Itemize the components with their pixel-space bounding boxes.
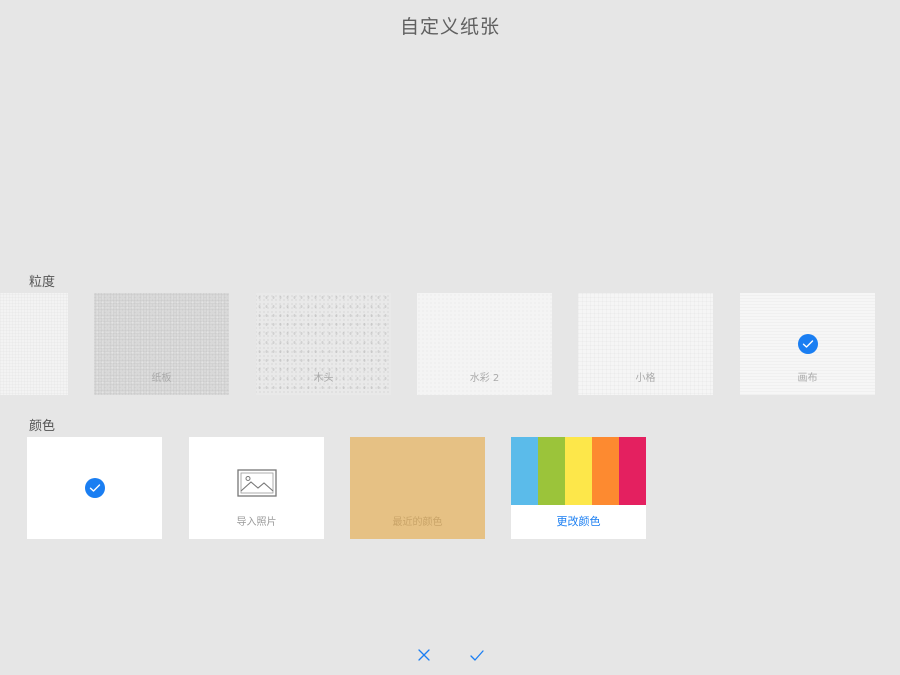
texture-label: 生	[0, 369, 68, 384]
texture-label: 水彩 2	[469, 373, 500, 384]
texture-tile-watercolor-2[interactable]: 水彩 2	[417, 293, 552, 395]
change-color-tile[interactable]: 更改颜色	[511, 437, 646, 539]
color-stripe-3	[565, 437, 592, 505]
color-stripe-2	[538, 437, 565, 505]
import-photo-label: 导入照片	[236, 517, 277, 528]
change-color-label: 更改颜色	[556, 515, 601, 528]
texture-tile-cardboard[interactable]: 纸板	[94, 293, 229, 395]
confirm-button[interactable]	[466, 644, 488, 666]
close-icon	[418, 649, 430, 661]
checkmark-icon	[470, 649, 484, 661]
color-section-label: 颜色	[29, 419, 56, 434]
color-stripe-5	[619, 437, 646, 505]
recent-color-label: 最近的颜色	[392, 517, 443, 528]
texture-label: 木头	[313, 373, 334, 384]
page-title: 自定义纸张	[399, 16, 500, 38]
cancel-button[interactable]	[413, 644, 435, 666]
texture-label: 纸板	[151, 373, 172, 384]
texture-label: 小格	[635, 373, 656, 384]
texture-tile-raw[interactable]: 生	[0, 293, 68, 395]
color-stripe-4	[592, 437, 619, 505]
color-tile-white[interactable]	[27, 437, 162, 539]
texture-section-label: 粒度	[29, 275, 56, 290]
texture-tile-small-grid[interactable]: 小格	[578, 293, 713, 395]
texture-label: 画布	[797, 373, 818, 384]
import-photo-tile[interactable]: 导入照片	[189, 437, 324, 539]
texture-tile-wood[interactable]: 木头	[256, 293, 391, 395]
texture-list: 生 纸板 木头 水彩 2 小格 画布	[0, 293, 900, 395]
selected-check-icon	[797, 334, 818, 354]
color-stripes	[511, 437, 646, 505]
color-stripe-1	[511, 437, 538, 505]
recent-color-tile[interactable]: 最近的颜色	[350, 437, 485, 539]
selected-check-icon	[84, 478, 105, 498]
texture-tile-canvas[interactable]: 画布	[740, 293, 875, 395]
image-icon	[237, 469, 277, 497]
